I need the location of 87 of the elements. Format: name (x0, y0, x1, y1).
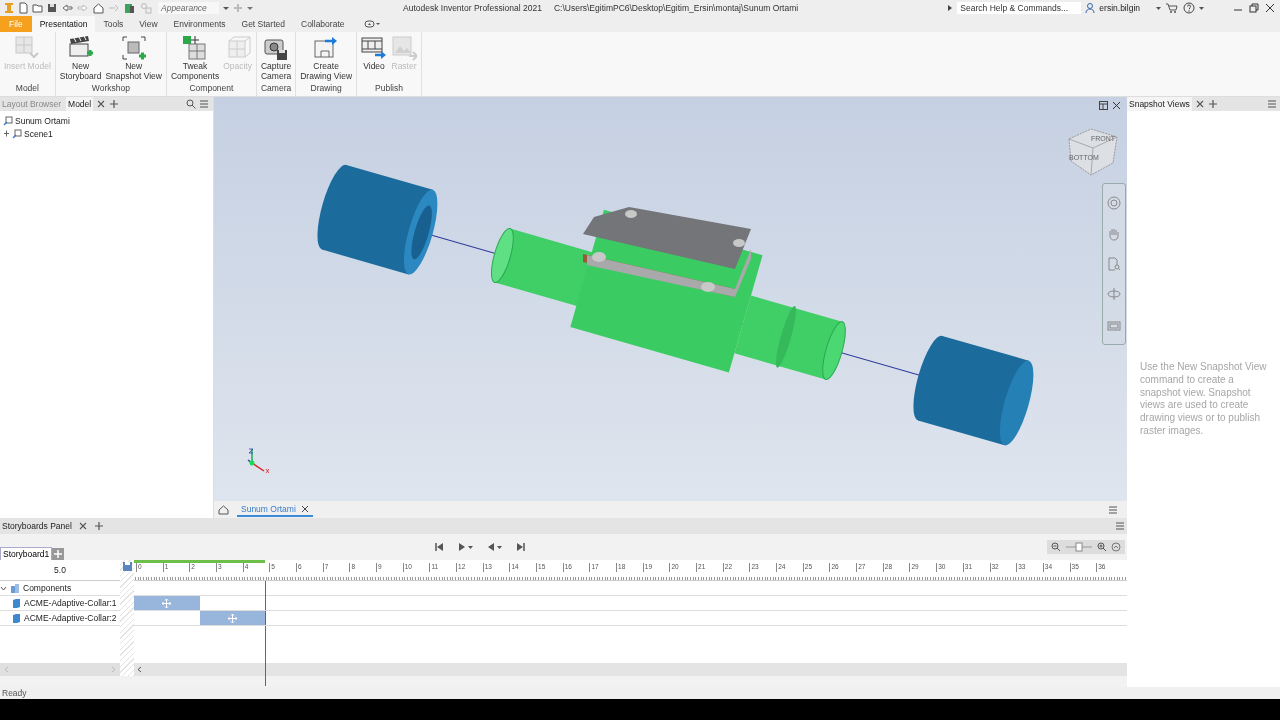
material-cube-icon[interactable] (124, 2, 136, 14)
file-path: C:\Users\EgitimPC6\Desktop\Egitim_Ersin\montaj\Sunum Ortami (553, 3, 799, 13)
ribbon-tab[interactable]: Get Started (233, 16, 293, 32)
ribbon-panel-title: Publish (374, 83, 404, 95)
ribbon-command-button[interactable]: Tweak Components (168, 35, 222, 81)
horizontal-scrollbar[interactable] (134, 663, 1127, 676)
ribbon-panel-title: Model (14, 83, 40, 95)
ribbon-tab[interactable]: Environments (165, 16, 234, 32)
play-reverse-icon[interactable] (487, 542, 503, 552)
play-icon[interactable] (458, 542, 474, 552)
user-icon[interactable] (1085, 2, 1096, 14)
save-icon[interactable] (122, 562, 132, 571)
menu-icon[interactable] (1115, 521, 1125, 531)
menu-icon[interactable] (1267, 99, 1277, 109)
add-tab-icon[interactable] (93, 521, 104, 531)
user-name[interactable]: ersin.bilgin (1099, 3, 1140, 13)
track-label[interactable]: ACME-Adaptive-Collar:2 (24, 613, 117, 623)
close-icon[interactable] (300, 504, 309, 513)
time-field[interactable]: 5.0 (54, 565, 66, 575)
cart-icon[interactable] (1165, 2, 1179, 14)
presentation-icon (3, 115, 13, 126)
save-icon[interactable] (47, 2, 57, 14)
ribbon-tab[interactable]: View (131, 16, 166, 32)
presentation-icon (12, 128, 22, 139)
expand-arrow-icon[interactable] (948, 2, 954, 14)
home-icon[interactable] (93, 2, 104, 14)
ribbon-panel-title: Camera (259, 83, 293, 95)
help-icon[interactable] (1183, 2, 1195, 14)
skip-start-icon[interactable] (434, 542, 445, 552)
new-file-icon[interactable] (18, 2, 28, 14)
appearance-dropdown[interactable]: Appearance (158, 2, 219, 14)
panel-title: Storyboards Panel (2, 521, 72, 531)
storyboard-tab[interactable]: Storyboard1 (0, 547, 53, 560)
ribbon-tab[interactable]: Collaborate (293, 16, 353, 32)
expand-icon[interactable] (3, 129, 10, 138)
add-tab-icon[interactable] (1207, 99, 1218, 109)
zoom-slider-icon[interactable] (1065, 542, 1093, 552)
snapshot-view-icon[interactable] (120, 35, 147, 61)
ribbon-tab[interactable]: Tools (95, 16, 132, 32)
close-icon[interactable] (1112, 101, 1121, 110)
layout-icon[interactable] (1099, 101, 1108, 110)
empty-panel-hint: Use the New Snapshot View command to create a snapshot view. Snapshot views are used to create drawing views or to publish raster images. (1139, 360, 1268, 438)
menu-icon[interactable] (1108, 504, 1118, 515)
ribbon-panel-title: Drawing (309, 83, 343, 95)
browser-tab[interactable]: Model (66, 97, 94, 111)
undo-icon[interactable] (61, 2, 73, 14)
zoom-in-icon[interactable] (1097, 542, 1107, 552)
add-storyboard-icon[interactable] (52, 548, 65, 560)
open-folder-icon[interactable] (32, 2, 43, 14)
playhead-line[interactable] (265, 581, 267, 686)
ribbon-tab[interactable]: Presentation (31, 16, 96, 32)
tree-item[interactable]: Scene1 (24, 128, 53, 139)
move-icon (162, 598, 172, 608)
window-title: Autodesk Inventor Professional 2021 (403, 3, 542, 13)
home-icon[interactable] (218, 504, 229, 515)
steering-wheel-icon[interactable] (1107, 196, 1121, 211)
close-icon[interactable] (96, 99, 107, 109)
action-clip[interactable] (134, 596, 200, 610)
close-icon[interactable] (77, 521, 88, 531)
ribbon-command-button[interactable]: Create Drawing View (298, 35, 355, 81)
film-strip-icon[interactable] (361, 35, 388, 61)
zoom-out-icon[interactable] (1051, 542, 1061, 552)
tree-item[interactable]: Sunum Ortami (15, 115, 70, 126)
skip-end-icon[interactable] (516, 542, 527, 552)
orbit-icon[interactable] (1107, 287, 1121, 302)
ribbon-command-button[interactable]: Video (359, 35, 390, 71)
tweak-components-icon[interactable] (182, 35, 209, 61)
snapshot-views-tab[interactable]: Snapshot Views (1127, 97, 1192, 111)
move-icon (227, 613, 237, 623)
search-icon[interactable] (186, 99, 196, 109)
close-icon[interactable] (1264, 2, 1276, 14)
ribbon-command-button[interactable]: New Snapshot View (103, 35, 164, 81)
add-tab-icon[interactable] (109, 99, 120, 109)
ribbon-command-button[interactable]: New Storyboard (57, 35, 104, 81)
fit-icon[interactable] (1111, 542, 1121, 552)
close-icon[interactable] (1194, 99, 1205, 109)
restore-icon[interactable] (1248, 2, 1260, 14)
chevron-down-icon[interactable] (0, 584, 7, 592)
assembly-icon (10, 583, 20, 593)
ribbon-command-button[interactable]: Capture Camera (258, 35, 294, 81)
search-field[interactable]: Search Help & Commands... (957, 2, 1082, 14)
ribbon-panel-title: Component (188, 83, 235, 95)
scroll-left-icon[interactable] (137, 666, 142, 673)
ribbon-panel-title: Workshop (90, 83, 131, 95)
track-label[interactable]: Components (23, 583, 72, 593)
track-label[interactable]: ACME-Adaptive-Collar:1 (24, 598, 117, 608)
action-clip[interactable] (199, 611, 266, 625)
